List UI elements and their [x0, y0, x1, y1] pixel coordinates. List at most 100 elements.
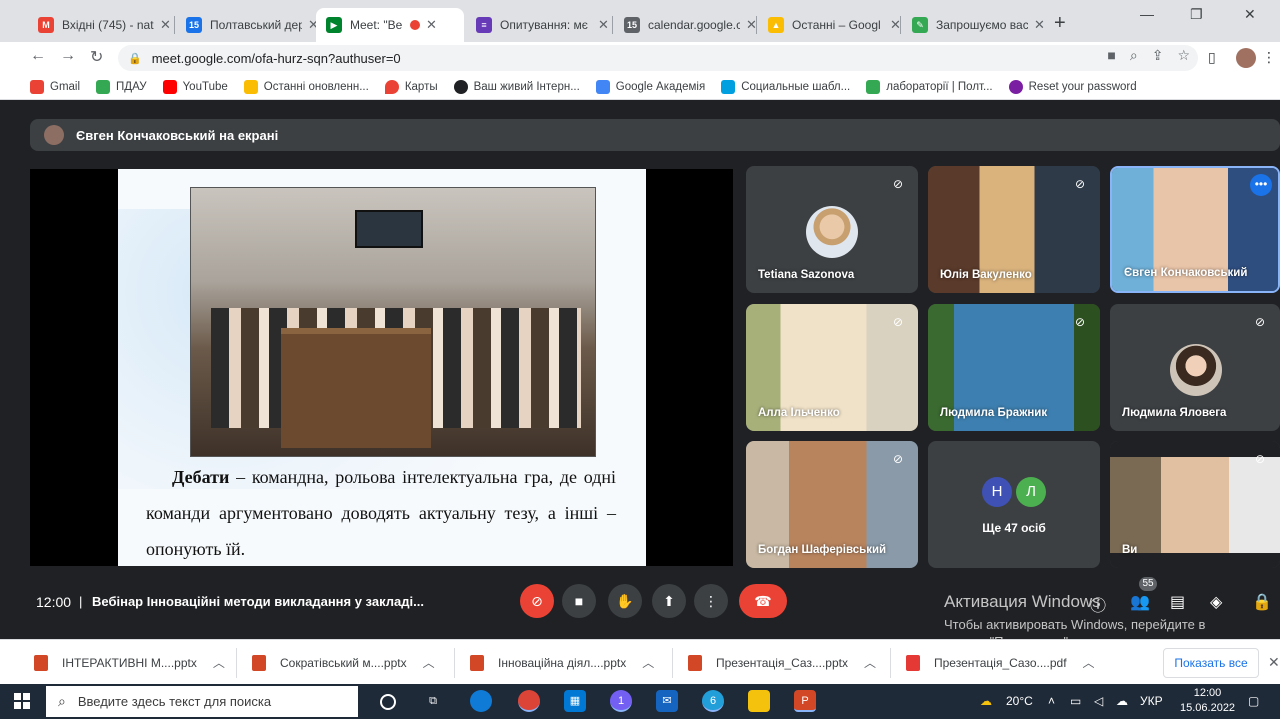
- tab-title: Полтавський дер: [210, 18, 302, 32]
- volume-icon[interactable]: ◁: [1094, 694, 1103, 708]
- download-item[interactable]: Інноваційна діял....pptx ︿: [470, 640, 654, 685]
- forward-icon[interactable]: →: [60, 47, 76, 65]
- weather-temp[interactable]: 20°C: [1006, 694, 1033, 708]
- gmail-icon: M: [38, 17, 54, 33]
- tray-chevron-icon[interactable]: ˄: [1048, 694, 1055, 708]
- tab-calendar-google[interactable]: 15 calendar.google.c ✕: [614, 8, 767, 42]
- more-options-button[interactable]: ⋮: [694, 584, 728, 618]
- bookmark-labs[interactable]: лабораторії | Полт...: [866, 79, 993, 94]
- bookmark-academy[interactable]: Google Академія: [595, 79, 705, 94]
- mail-icon[interactable]: ✉: [656, 690, 678, 712]
- participant-name: Євген Кончаковський: [1124, 267, 1248, 279]
- onedrive-icon[interactable]: ☁: [1116, 694, 1128, 708]
- network-icon[interactable]: ▭: [1070, 694, 1081, 708]
- zoom-icon[interactable]: ⌕: [1130, 47, 1138, 64]
- chat-icon[interactable]: ▤: [1170, 592, 1185, 612]
- sidepanel-icon[interactable]: ▯: [1208, 49, 1216, 66]
- windows-start-icon[interactable]: [14, 693, 30, 709]
- participant-tile-active[interactable]: ••• Євген Кончаковський: [1110, 166, 1280, 293]
- participant-tile[interactable]: ⊘ Богдан Шаферівський: [746, 441, 918, 568]
- close-icon[interactable]: ✕: [160, 17, 171, 33]
- participant-tile[interactable]: ⊘ Людмила Яловега: [1110, 304, 1280, 431]
- bookmark-social[interactable]: Социальные шабл...: [721, 79, 850, 94]
- raise-hand-button[interactable]: ✋: [608, 584, 642, 618]
- back-icon[interactable]: ←: [30, 47, 46, 65]
- meet-area: Євген Кончаковський на екрані Дебати – к…: [0, 101, 1280, 639]
- mic-toggle-button[interactable]: ⊘: [520, 584, 554, 618]
- chevron-up-icon[interactable]: ︿: [423, 654, 435, 671]
- chevron-up-icon[interactable]: ︿: [1083, 654, 1095, 671]
- activities-icon[interactable]: ◈: [1210, 592, 1222, 612]
- address-bar[interactable]: 🔒 meet.google.com/ofa-hurz-sqn?authuser=…: [118, 45, 1198, 71]
- tab-drive[interactable]: ▲ Останні – Googl ✕: [758, 8, 911, 42]
- people-icon[interactable]: 👥: [1130, 592, 1150, 612]
- tab-forms[interactable]: ≡ Опитування: мє ✕: [466, 8, 619, 42]
- tab-meet[interactable]: ▶ Meet: "Вебін ✕: [316, 8, 464, 42]
- notifications-icon[interactable]: ▢: [1248, 694, 1259, 708]
- host-controls-icon[interactable]: 🔒: [1252, 592, 1272, 612]
- store-icon[interactable]: ▦: [564, 690, 586, 712]
- pptx-icon: [252, 654, 266, 671]
- close-icon[interactable]: ✕: [426, 17, 437, 33]
- new-tab-button[interactable]: +: [1054, 12, 1066, 35]
- minimize-icon[interactable]: —: [1140, 6, 1154, 22]
- bookmark-reset[interactable]: Reset your password: [1008, 79, 1137, 94]
- cortana-icon[interactable]: [380, 694, 396, 710]
- participant-tile[interactable]: ⊘ Tetiana Sazonova: [746, 166, 918, 293]
- download-item[interactable]: Сократівський м....pptx ︿: [252, 640, 435, 685]
- shared-screen[interactable]: Дебати – командна, рольова інтелектуальн…: [30, 169, 733, 566]
- tab-gmail[interactable]: M Вхідні (745) - nat ✕: [28, 8, 181, 42]
- participant-tile[interactable]: ⊘ Людмила Бражник: [928, 304, 1100, 431]
- tab-invite[interactable]: ✎ Запрошуємо вас ✕: [902, 8, 1055, 42]
- task-view-icon[interactable]: ⧉: [422, 690, 444, 712]
- lock-icon[interactable]: 🔒: [128, 52, 142, 65]
- bookmark-gmail[interactable]: Gmail: [30, 79, 80, 94]
- chrome-icon[interactable]: [518, 690, 540, 712]
- more-participants-tile[interactable]: Н Л Ще 47 осіб: [928, 441, 1100, 568]
- present-button[interactable]: ⬆: [652, 584, 686, 618]
- share-icon[interactable]: ⇪: [1152, 47, 1164, 64]
- tab-calendar[interactable]: 15 Полтавський дер ✕: [176, 8, 329, 42]
- bookmark-youtube[interactable]: YouTube: [162, 79, 228, 94]
- bookmark-pdau[interactable]: ПДАУ: [96, 79, 147, 94]
- chevron-up-icon[interactable]: ︿: [213, 654, 225, 671]
- close-icon[interactable]: ✕: [598, 17, 609, 33]
- show-all-button[interactable]: Показать все: [1163, 648, 1259, 678]
- language-indicator[interactable]: УКР: [1140, 694, 1163, 708]
- clock[interactable]: 12:00 15.06.2022: [1180, 686, 1235, 716]
- menu-icon[interactable]: ⋮: [1262, 49, 1276, 66]
- download-item[interactable]: ІНТЕРАКТИВНІ М....pptx ︿: [34, 640, 225, 685]
- leave-call-button[interactable]: ☎: [739, 584, 787, 618]
- participant-tile[interactable]: ⊘ Алла Ільченко: [746, 304, 918, 431]
- bookmark-star-icon[interactable]: ☆: [1177, 47, 1190, 64]
- edge-icon[interactable]: [470, 690, 492, 712]
- close-window-icon[interactable]: ✕: [1244, 6, 1256, 23]
- viber-icon[interactable]: 1: [610, 690, 632, 712]
- chevron-up-icon[interactable]: ︿: [642, 654, 654, 671]
- bookmark-maps[interactable]: Карты: [384, 79, 438, 94]
- bookmarks-bar: Gmail ПДАУ YouTube Останні оновленн... К…: [0, 74, 1280, 100]
- telegram-icon[interactable]: 6: [702, 690, 724, 712]
- profile-avatar[interactable]: [1236, 48, 1256, 68]
- close-icon[interactable]: ✕: [1034, 17, 1045, 33]
- folder-icon[interactable]: [748, 690, 770, 712]
- camera-icon[interactable]: ■: [1107, 47, 1115, 64]
- bookmark-updates[interactable]: Останні оновленн...: [243, 79, 369, 94]
- participant-tile-self[interactable]: ⊘ Ви: [1110, 441, 1280, 568]
- more-options-icon[interactable]: •••: [1250, 174, 1272, 196]
- download-item[interactable]: Презентація_Саз....pptx ︿: [688, 640, 876, 685]
- maximize-icon[interactable]: ❐: [1190, 6, 1203, 23]
- taskbar-search[interactable]: ⌕ Введите здесь текст для поиска: [46, 686, 358, 717]
- bookmark-internet[interactable]: Ваш живий Інтерн...: [453, 79, 580, 94]
- chevron-up-icon[interactable]: ︿: [864, 654, 876, 671]
- powerpoint-icon[interactable]: P: [794, 690, 816, 712]
- meeting-time: 12:00: [36, 594, 72, 610]
- camera-toggle-button[interactable]: ■: [562, 584, 596, 618]
- mic-off-icon: ⊘: [1074, 315, 1086, 329]
- slide-term: Дебати: [172, 467, 230, 487]
- participant-name: Людмила Бражник: [940, 407, 1048, 419]
- close-icon[interactable]: ✕: [1268, 654, 1280, 671]
- reload-icon[interactable]: ↻: [90, 47, 103, 67]
- participant-tile[interactable]: ⊘ Юлія Вакуленко: [928, 166, 1100, 293]
- download-item[interactable]: Презентація_Сазо....pdf ︿: [906, 640, 1095, 685]
